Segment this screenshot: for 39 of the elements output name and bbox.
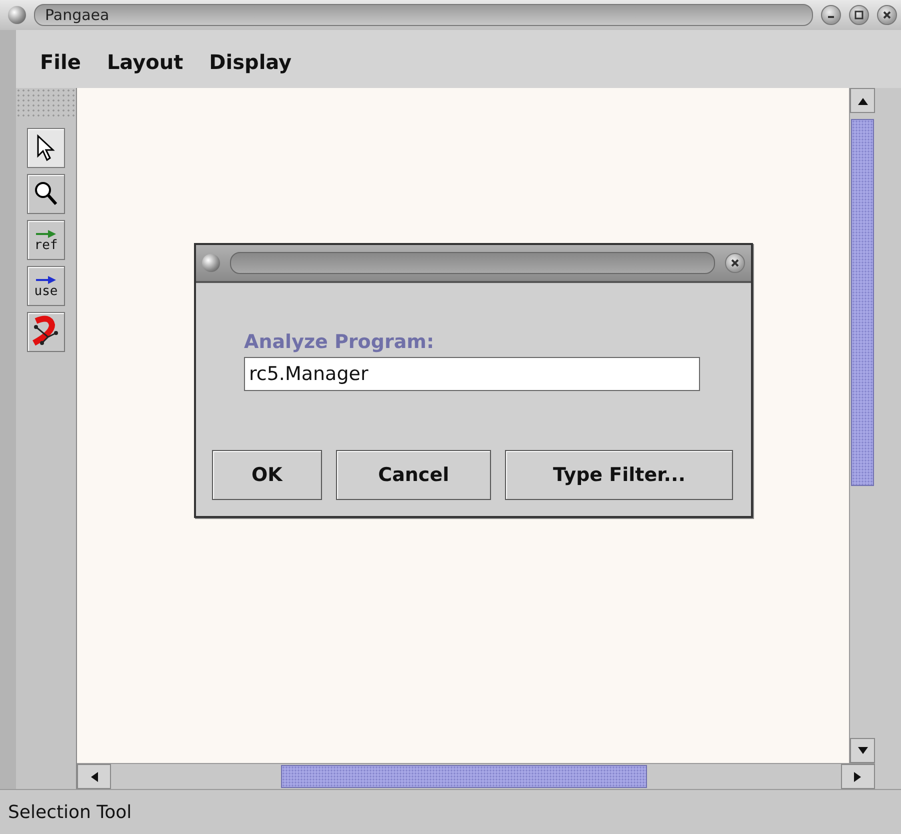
close-icon	[882, 10, 892, 20]
scroll-down-button[interactable]	[850, 738, 875, 763]
menu-item[interactable]: Layout	[106, 50, 184, 74]
scroll-right-button[interactable]	[841, 764, 875, 789]
window-menu-icon[interactable]	[8, 6, 26, 24]
search-icon	[34, 181, 58, 207]
arrow-icon	[34, 228, 58, 238]
status-text: Selection Tool	[8, 802, 132, 822]
tool-button[interactable]	[27, 312, 65, 352]
dialog-button[interactable]: OK	[212, 450, 322, 500]
tool-button[interactable]	[27, 128, 65, 168]
scroll-up-button[interactable]	[850, 88, 875, 113]
maximize-icon	[854, 10, 864, 20]
close-button[interactable]	[877, 5, 897, 25]
window-title: Pangaea	[45, 6, 110, 24]
left-arrow-icon	[90, 772, 98, 782]
toolbar-grip[interactable]	[16, 88, 76, 118]
down-arrow-icon	[858, 746, 868, 754]
menu-item[interactable]: File	[40, 50, 81, 74]
scroll-thumb[interactable]	[281, 765, 647, 788]
minimize-button[interactable]	[821, 5, 841, 25]
close-button[interactable]	[725, 253, 745, 273]
field-label: Analyze Program:	[244, 331, 436, 353]
dialog-button[interactable]: Type Filter...	[505, 450, 733, 500]
close-icon	[730, 258, 740, 268]
tool-button[interactable]: ref	[27, 220, 65, 260]
tool-button[interactable]: use	[27, 266, 65, 306]
pointer-icon	[36, 134, 56, 162]
scroll-thumb[interactable]	[851, 119, 874, 486]
dialog-menu-icon[interactable]	[202, 254, 220, 272]
right-arrow-icon	[854, 772, 862, 782]
up-arrow-icon	[858, 96, 868, 104]
arrow-icon	[34, 274, 58, 284]
input-field[interactable]: rc5.Manager	[244, 357, 700, 391]
scroll-left-button[interactable]	[77, 764, 111, 789]
menu-item[interactable]: Display	[209, 50, 292, 74]
tool-button[interactable]	[27, 174, 65, 214]
maximize-button[interactable]	[849, 5, 869, 25]
dialog-button[interactable]: Cancel	[336, 450, 492, 500]
